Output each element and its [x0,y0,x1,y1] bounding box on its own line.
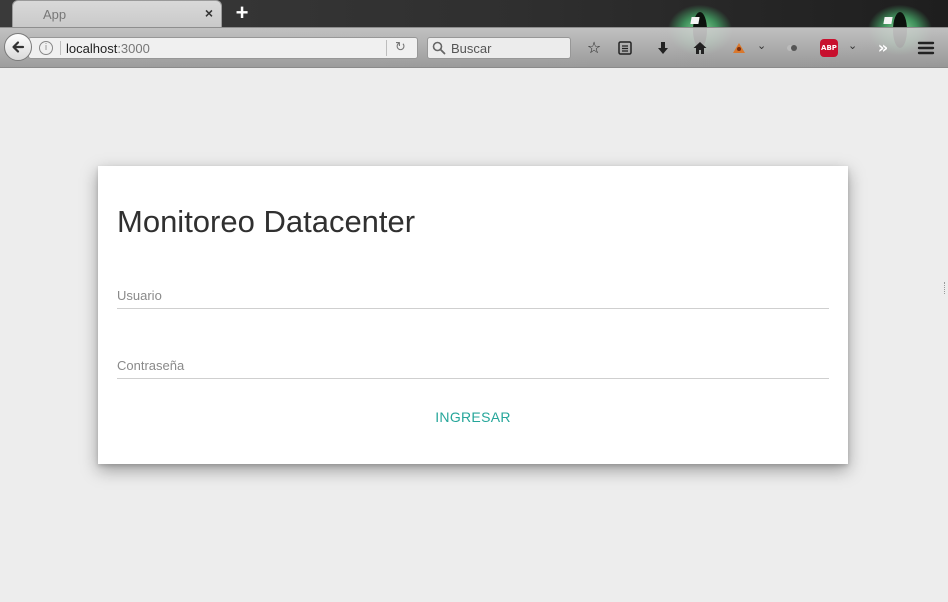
reading-list-icon[interactable] [615,38,635,58]
navigation-toolbar: i localhost:3000 ↻ Buscar ☆ ⌄ ABP ⌄ » [0,27,948,68]
url-divider-right [386,40,387,56]
username-input[interactable] [117,286,833,308]
resize-handle[interactable] [944,282,947,294]
extension-icon[interactable] [729,38,749,58]
url-host: localhost [66,41,118,56]
url-bar[interactable]: i localhost:3000 ↻ [28,37,418,59]
adblock-plus-icon[interactable]: ABP [820,39,838,57]
bookmark-star-icon[interactable]: ☆ [584,38,604,58]
password-input[interactable] [117,356,833,378]
back-arrow-icon [12,41,25,53]
password-field[interactable]: Contraseña [117,356,833,379]
back-button[interactable] [4,33,32,61]
new-tab-button[interactable]: + [232,1,252,25]
info-icon[interactable]: i [39,41,53,55]
chevron-down-icon[interactable]: ⌄ [757,39,766,52]
theme-glint-left [690,17,700,24]
page-title: Monitoreo Datacenter [117,204,416,239]
search-icon [432,41,446,55]
url-port: :3000 [117,41,150,56]
chevron-down-icon[interactable]: ⌄ [848,39,857,52]
home-icon[interactable] [690,38,710,58]
menu-icon[interactable] [916,38,936,58]
download-icon[interactable] [653,38,673,58]
url-divider [60,41,61,55]
login-button[interactable]: INGRESAR [428,406,518,428]
tab-title: App [43,7,67,22]
login-card: Monitoreo Datacenter Usuario Contraseña … [98,166,848,464]
username-field[interactable]: Usuario [117,286,833,309]
reload-icon[interactable]: ↻ [395,40,406,55]
overflow-icon[interactable]: » [873,38,893,58]
search-bar[interactable]: Buscar [427,37,571,59]
tab-close-icon[interactable]: × [205,5,213,21]
search-placeholder: Buscar [451,41,492,56]
theme-glint-right [883,17,893,24]
browser-chrome: App × + i localhost:3000 ↻ Buscar ☆ ⌄ AB… [0,0,948,68]
extension-icon[interactable] [782,38,802,58]
browser-tab[interactable]: App × [12,0,222,27]
url-text: localhost:3000 [66,41,150,56]
